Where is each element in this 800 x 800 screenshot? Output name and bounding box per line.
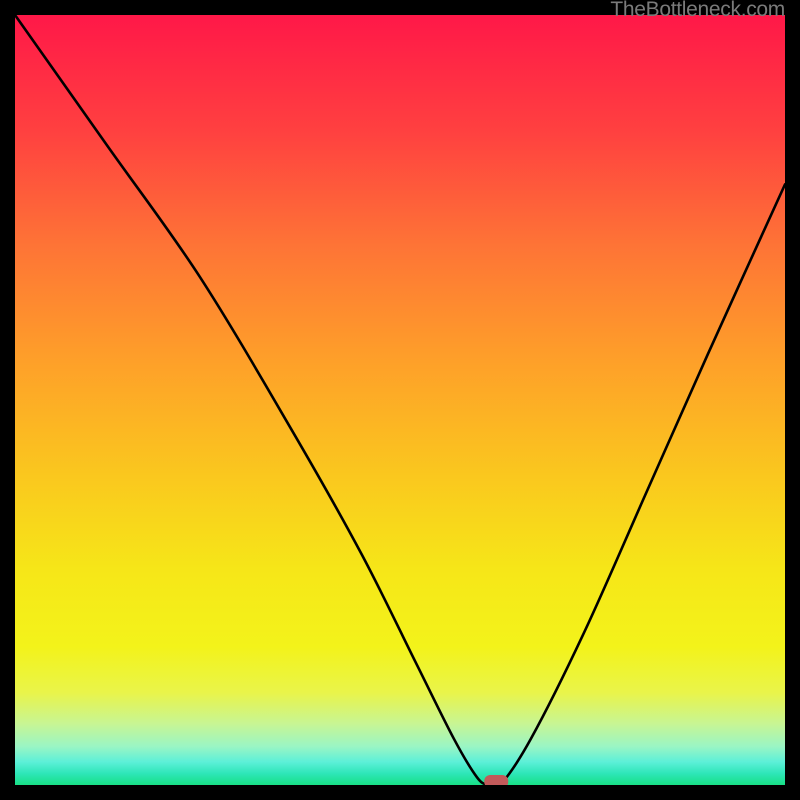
optimal-marker <box>484 775 508 785</box>
watermark-text: TheBottleneck.com <box>610 0 785 22</box>
plot-area <box>15 15 785 785</box>
plot-svg <box>15 15 785 785</box>
chart-frame: TheBottleneck.com <box>0 0 800 800</box>
bottleneck-curve <box>15 15 785 785</box>
